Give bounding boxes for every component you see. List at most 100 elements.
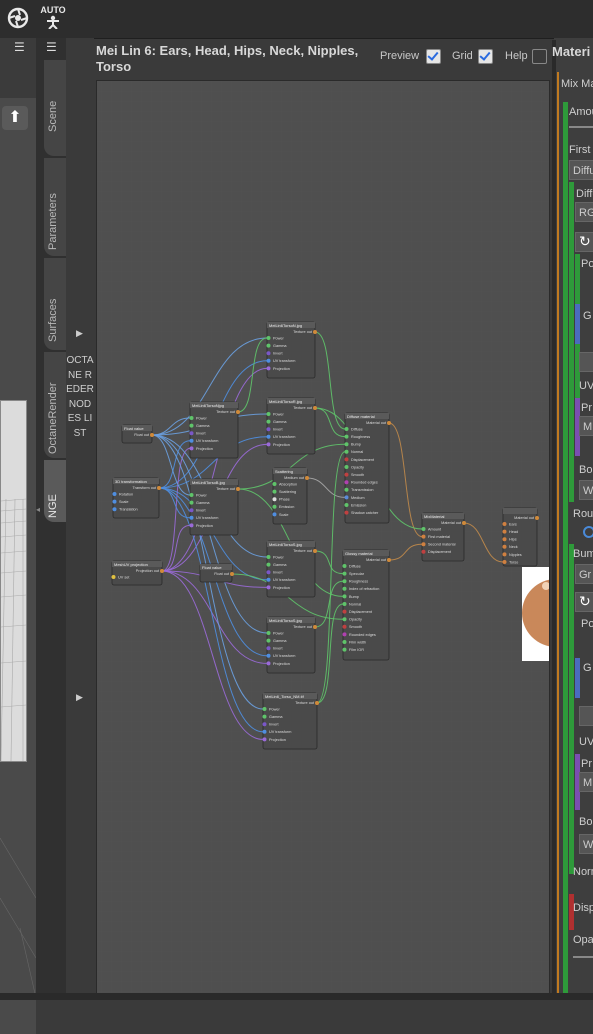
input-port[interactable] xyxy=(189,431,194,436)
node-graph-canvas[interactable]: MeiLin6TorsoN.jpg Texture out Power Gamma In… xyxy=(96,80,590,995)
rp-first-dropdown[interactable]: Diffu xyxy=(569,160,593,180)
input-port[interactable] xyxy=(262,722,267,727)
input-port[interactable] xyxy=(266,358,271,363)
input-port[interactable] xyxy=(272,482,277,486)
panel-divider[interactable] xyxy=(552,40,556,995)
tab-octanerender[interactable]: OctaneRender xyxy=(44,352,66,458)
input-port[interactable] xyxy=(266,343,271,348)
node-tex2[interactable]: MeiLin6TorsoR.jpg Texture out Power Gamma In… xyxy=(266,397,318,455)
nodes-list-panel[interactable]: ▶ OCTANE REDER NODES LIST ▶ xyxy=(66,38,94,1000)
output-port[interactable] xyxy=(315,701,319,705)
output-port[interactable] xyxy=(230,572,234,576)
viewport-up-button[interactable]: ⬆ xyxy=(2,106,28,130)
input-port[interactable] xyxy=(266,631,271,635)
input-port[interactable] xyxy=(342,594,347,599)
input-port[interactable] xyxy=(344,427,349,431)
input-port[interactable] xyxy=(421,549,426,554)
input-port[interactable] xyxy=(344,480,349,485)
amount-slider[interactable] xyxy=(569,126,593,128)
input-port[interactable] xyxy=(266,562,271,567)
node-graph[interactable]: MeiLin6TorsoN.jpg Texture out Power Gamma In… xyxy=(97,81,590,994)
input-port[interactable] xyxy=(189,438,194,443)
output-port[interactable] xyxy=(387,558,391,562)
grid-checkbox[interactable] xyxy=(478,49,493,64)
input-port[interactable] xyxy=(266,585,271,590)
tab-menu-icon[interactable]: ☰ xyxy=(46,40,62,54)
input-port[interactable] xyxy=(266,351,271,356)
expand-arrow-icon[interactable]: ▶ xyxy=(76,328,83,339)
node-float1[interactable]: Float value Float out xyxy=(121,424,154,444)
node-tex4[interactable]: MeiLin6TorsoB.jpg Texture out Power Gamma In… xyxy=(189,478,241,536)
input-port[interactable] xyxy=(421,542,426,547)
output-port[interactable] xyxy=(313,330,317,334)
daz-logo-icon[interactable] xyxy=(6,6,30,30)
collapse-handle-icon[interactable]: ◂ xyxy=(36,505,42,525)
output-port[interactable] xyxy=(313,625,317,629)
input-port[interactable] xyxy=(502,552,507,557)
input-port[interactable] xyxy=(266,419,271,424)
output-port[interactable] xyxy=(160,569,164,573)
expand-arrow-icon-bottom[interactable]: ▶ xyxy=(76,692,83,703)
node-glossy[interactable]: Glossy material Material out Diffuse Specul… xyxy=(342,549,392,661)
input-port[interactable] xyxy=(342,624,347,629)
input-port[interactable] xyxy=(112,492,117,496)
pane-menu-icon[interactable]: ☰ xyxy=(14,40,30,54)
input-port[interactable] xyxy=(344,495,349,500)
input-port[interactable] xyxy=(266,646,271,651)
rp-projection-dropdown-2[interactable]: M xyxy=(579,772,593,792)
node-scatter[interactable]: Scattering Medium out Absorption Scattering… xyxy=(272,467,310,525)
input-port[interactable] xyxy=(266,570,271,575)
input-port[interactable] xyxy=(344,457,349,462)
tab-scene[interactable]: Scene xyxy=(44,60,66,156)
input-port[interactable] xyxy=(189,416,194,420)
input-port[interactable] xyxy=(189,500,194,505)
rp-button-2[interactable] xyxy=(579,706,593,726)
input-port[interactable] xyxy=(272,489,277,494)
input-port[interactable] xyxy=(189,515,194,520)
output-port[interactable] xyxy=(305,476,309,480)
output-port[interactable] xyxy=(387,421,391,425)
input-port[interactable] xyxy=(266,661,271,666)
input-port[interactable] xyxy=(266,555,271,559)
input-port[interactable] xyxy=(266,577,271,582)
input-port[interactable] xyxy=(344,465,349,469)
output-port[interactable] xyxy=(150,433,154,437)
input-port[interactable] xyxy=(266,434,271,439)
input-port[interactable] xyxy=(421,534,426,539)
input-port[interactable] xyxy=(344,472,349,477)
help-checkbox[interactable] xyxy=(532,49,547,64)
input-port[interactable] xyxy=(189,493,194,497)
input-port[interactable] xyxy=(111,575,116,579)
input-port[interactable] xyxy=(266,638,271,643)
input-port[interactable] xyxy=(272,497,277,502)
node-meshuv[interactable]: MeshUV projection Projection out UV set xyxy=(111,560,165,586)
input-port[interactable] xyxy=(342,609,347,614)
node-mix[interactable]: MixMaterial Material out Amount First mater… xyxy=(421,512,467,562)
input-port[interactable] xyxy=(189,446,194,451)
node-tex7[interactable]: MeiLin6_Torso_NM.tif Texture out Power Gamm… xyxy=(262,692,320,750)
node-surfaces[interactable]: Material out Ears Head Hips Neck Nipples Torso xyxy=(502,507,540,567)
rp-projection-dropdown[interactable]: M xyxy=(579,416,593,436)
preview-checkbox[interactable] xyxy=(426,49,441,64)
tab-nge[interactable]: NGE xyxy=(44,460,66,522)
auto-figure-icon[interactable]: AUTO xyxy=(40,6,66,30)
reset-icon-2[interactable]: ↻ xyxy=(575,592,593,612)
tab-parameters[interactable]: Parameters xyxy=(44,158,66,256)
input-port[interactable] xyxy=(344,487,349,492)
input-port[interactable] xyxy=(112,507,117,512)
input-port[interactable] xyxy=(189,508,194,513)
rp-button[interactable] xyxy=(579,352,593,372)
input-port[interactable] xyxy=(502,544,507,549)
input-port[interactable] xyxy=(272,512,277,517)
output-port[interactable] xyxy=(462,521,466,525)
material-properties[interactable]: Mix Ma Amou First Diffu Diffu RG ↻ Po G … xyxy=(557,72,593,996)
input-port[interactable] xyxy=(266,427,271,432)
node-diffuse[interactable]: Diffuse material Material outDiffuse Rough… xyxy=(344,412,392,524)
input-port[interactable] xyxy=(266,336,271,340)
input-port[interactable] xyxy=(342,617,347,622)
input-port[interactable] xyxy=(342,640,347,644)
input-port[interactable] xyxy=(266,442,271,447)
input-port[interactable] xyxy=(342,579,347,584)
input-port[interactable] xyxy=(266,653,271,658)
output-port[interactable] xyxy=(236,410,240,414)
